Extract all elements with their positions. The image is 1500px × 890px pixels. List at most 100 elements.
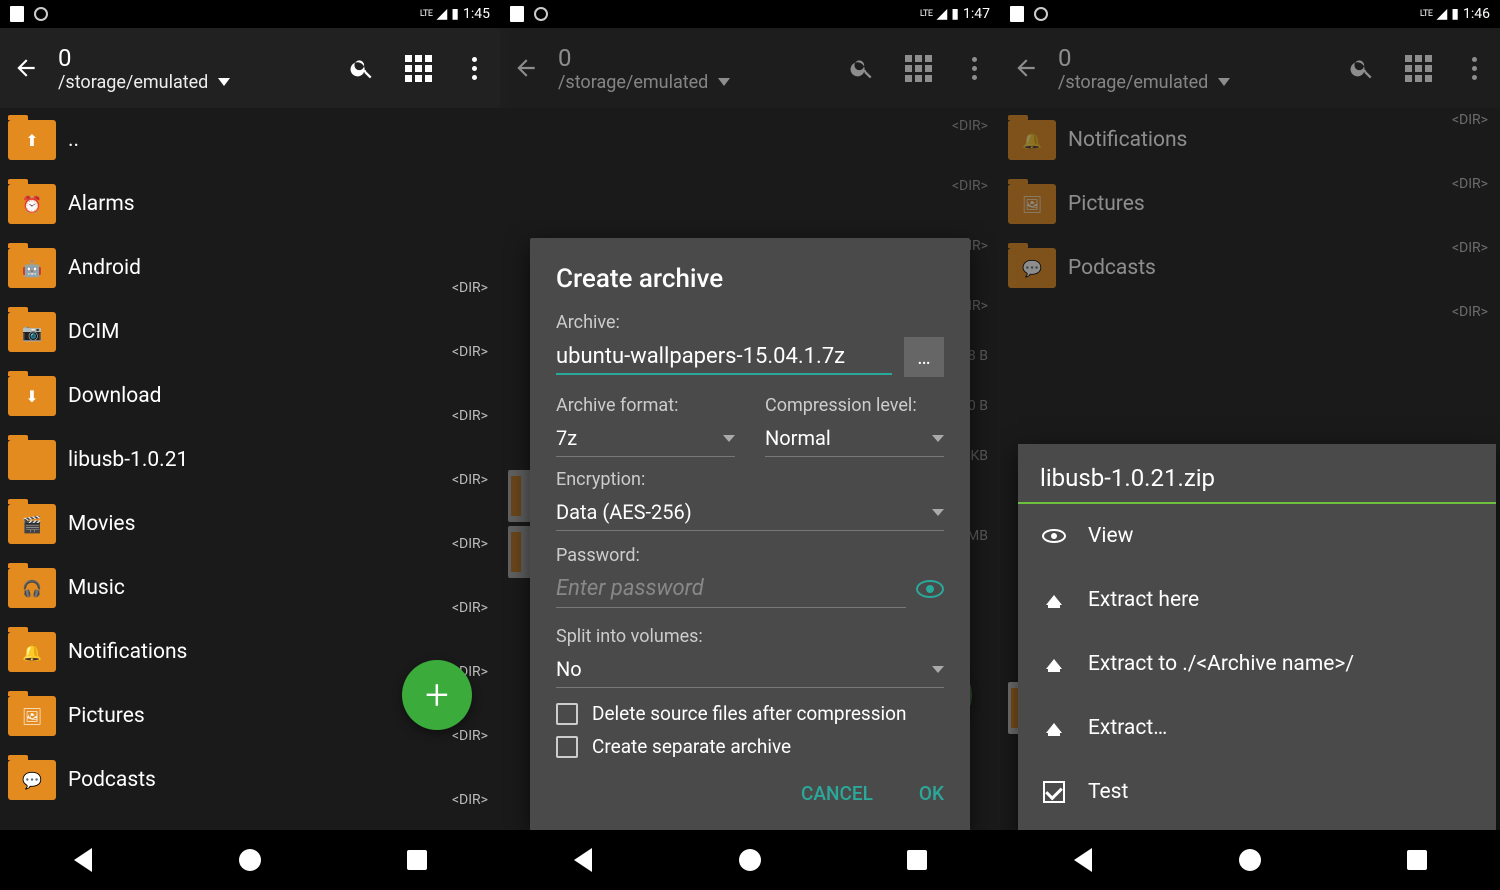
compression-level-select[interactable]: Normal: [765, 420, 944, 457]
toggle-password-visibility[interactable]: [916, 580, 944, 598]
search-button[interactable]: [348, 54, 376, 82]
app-bar: 0 /storage/emulated: [1000, 28, 1500, 108]
appbar-title: 0: [58, 44, 330, 72]
chevron-down-icon: [218, 78, 230, 86]
chevron-down-icon: [932, 435, 944, 442]
nav-bar: [500, 830, 1000, 890]
path-dropdown: 0 /storage/emulated: [1058, 44, 1330, 93]
network-indicator: LTE: [920, 9, 933, 19]
extract-icon: [1046, 595, 1062, 605]
browse-button[interactable]: …: [904, 337, 944, 377]
create-archive-dialog: Create archive Archive: … Archive format…: [530, 238, 970, 830]
cancel-button[interactable]: CANCEL: [801, 782, 873, 805]
file-list: <DIR> 🔔Notifications <DIR> 🖼Pictures <DI…: [1000, 108, 1500, 830]
folder-up[interactable]: ⬆..: [0, 108, 500, 172]
appbar-subtitle: /storage/emulated: [58, 72, 208, 93]
ctx-extract-here[interactable]: Extract here: [1018, 568, 1496, 632]
back-button: [512, 54, 540, 82]
signal-icon: ◢: [937, 6, 948, 22]
split-volumes-select[interactable]: No: [556, 651, 944, 688]
nav-home[interactable]: [1230, 840, 1270, 880]
nav-recent[interactable]: [1397, 840, 1437, 880]
path-dropdown: 0 /storage/emulated: [558, 44, 830, 93]
archive-name-input[interactable]: [556, 340, 892, 375]
nav-bar: [1000, 830, 1500, 890]
folder-music[interactable]: 🎧Music: [0, 556, 500, 620]
delete-source-checkbox[interactable]: Delete source files after compression: [556, 702, 944, 725]
chevron-down-icon: [932, 666, 944, 673]
password-input[interactable]: [556, 570, 906, 608]
separate-archive-checkbox[interactable]: Create separate archive: [556, 735, 944, 758]
chevron-down-icon: [718, 78, 730, 86]
folder-libusb[interactable]: libusb-1.0.21: [0, 428, 500, 492]
nav-back[interactable]: [1063, 840, 1103, 880]
clock-text: 1:47: [963, 6, 990, 22]
view-grid-button: [904, 54, 932, 82]
file-list: <DIR> <DIR> <DIR> <DIR> 18 B 90 B 7KB ub…: [500, 108, 1000, 830]
network-indicator: LTE: [420, 9, 433, 19]
folder-notifications: 🔔Notifications: [1000, 108, 1500, 172]
ctx-extract[interactable]: Extract…: [1018, 696, 1496, 760]
ctx-test[interactable]: Test: [1018, 760, 1496, 824]
back-button[interactable]: [12, 54, 40, 82]
test-icon: [1043, 781, 1065, 803]
app-bar: 0 /storage/emulated: [500, 28, 1000, 108]
ctx-compress[interactable]: Compress…: [1018, 824, 1496, 830]
folder-android[interactable]: 🤖Android: [0, 236, 500, 300]
battery-icon: ▮: [951, 6, 959, 22]
sd-icon: [1010, 6, 1024, 22]
archive-format-select[interactable]: 7z: [556, 420, 735, 457]
folder-pictures: 🖼Pictures: [1000, 172, 1500, 236]
chevron-down-icon: [932, 509, 944, 516]
chevron-down-icon: [723, 435, 735, 442]
extract-icon: [1046, 723, 1062, 733]
nav-home[interactable]: [730, 840, 770, 880]
status-circle-icon: [1034, 7, 1048, 21]
folder-dcim[interactable]: 📷DCIM: [0, 300, 500, 364]
status-bar: LTE◢▮1:46: [1000, 0, 1500, 28]
overflow-menu-button: [960, 54, 988, 82]
clock-text: 1:45: [463, 6, 490, 22]
overflow-menu-button[interactable]: [460, 54, 488, 82]
extract-icon: [1046, 659, 1062, 669]
view-grid-button[interactable]: [404, 54, 432, 82]
search-button: [1348, 54, 1376, 82]
screen-2: LTE ◢▮1:47 0 /storage/emulated <DIR> <DIR…: [500, 0, 1000, 890]
ok-button[interactable]: OK: [919, 782, 944, 805]
screen-1: LTE ◢ ▮ 1:45 0 /storage/emulated ⬆.. ⏰Al…: [0, 0, 500, 890]
nav-back[interactable]: [63, 840, 103, 880]
search-button: [848, 54, 876, 82]
folder-podcasts: 💬Podcasts: [1000, 236, 1500, 300]
sd-icon: [10, 6, 24, 22]
fab-add-button[interactable]: +: [402, 660, 472, 730]
status-circle-icon: [34, 7, 48, 21]
signal-icon: ◢: [1437, 6, 1448, 22]
signal-icon: ◢: [437, 6, 448, 22]
folder-download[interactable]: ⬇Download: [0, 364, 500, 428]
overflow-menu-button: [1460, 54, 1488, 82]
dialog-title: Create archive: [556, 264, 944, 294]
folder-movies[interactable]: 🎬Movies: [0, 492, 500, 556]
status-bar: LTE ◢ ▮ 1:45: [0, 0, 500, 28]
context-menu: libusb-1.0.21.zip View Extract here Extr…: [1018, 444, 1496, 830]
clock-text: 1:46: [1463, 6, 1490, 22]
encryption-select[interactable]: Data (AES-256): [556, 494, 944, 531]
nav-recent[interactable]: [897, 840, 937, 880]
context-menu-title: libusb-1.0.21.zip: [1018, 444, 1496, 504]
screen-3: LTE◢▮1:46 0 /storage/emulated <DIR> 🔔Not…: [1000, 0, 1500, 890]
nav-recent[interactable]: [397, 840, 437, 880]
battery-icon: ▮: [1451, 6, 1459, 22]
nav-back[interactable]: [563, 840, 603, 880]
view-grid-button: [1404, 54, 1432, 82]
app-bar: 0 /storage/emulated: [0, 28, 500, 108]
sd-icon: [510, 6, 524, 22]
chevron-down-icon: [1218, 78, 1230, 86]
path-dropdown[interactable]: 0 /storage/emulated: [58, 44, 330, 93]
ctx-extract-to-named[interactable]: Extract to ./<Archive name>/: [1018, 632, 1496, 696]
nav-home[interactable]: [230, 840, 270, 880]
ctx-view[interactable]: View: [1018, 504, 1496, 568]
folder-alarms[interactable]: ⏰Alarms: [0, 172, 500, 236]
eye-icon: [1042, 529, 1066, 543]
status-bar: LTE ◢▮1:47: [500, 0, 1000, 28]
folder-podcasts[interactable]: 💬Podcasts: [0, 748, 500, 812]
